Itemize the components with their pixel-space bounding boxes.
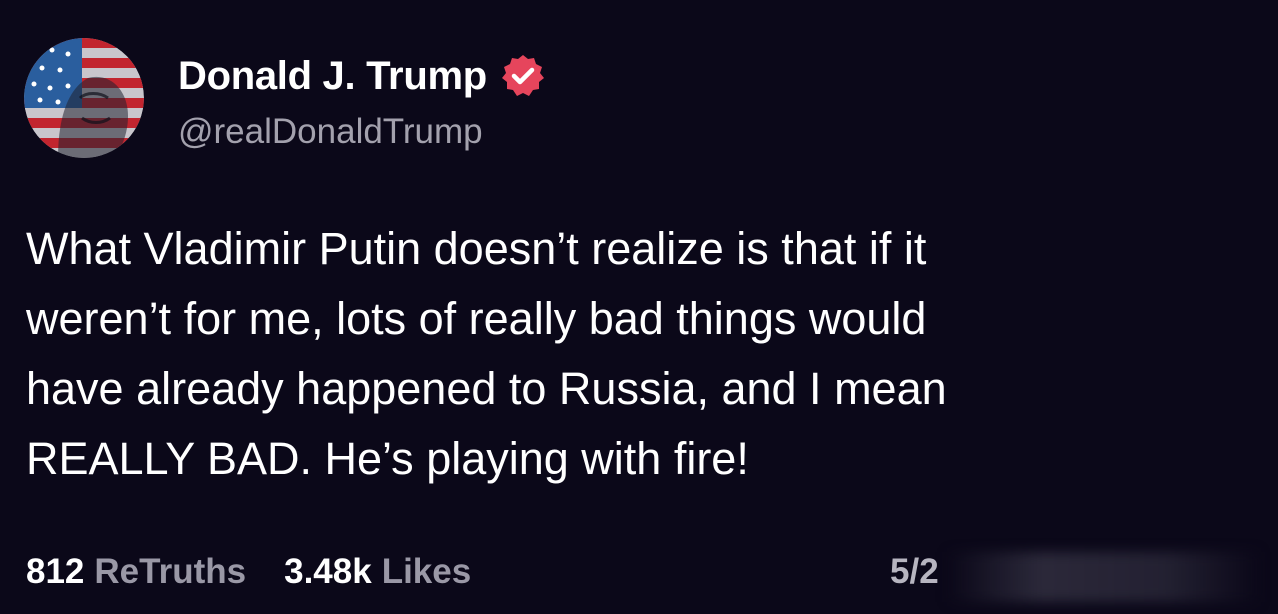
retruths-label: ReTruths: [94, 552, 247, 591]
post-text-line: weren’t for me, lots of really bad thing…: [26, 293, 927, 344]
post-text-line: REALLY BAD. He’s playing with fire!: [26, 433, 749, 484]
post-card: Donald J. Trump @realDonaldTrump What Vl…: [0, 0, 1278, 614]
post-text-line: What Vladimir Putin doesn’t realize is t…: [26, 223, 927, 274]
avatar[interactable]: [24, 38, 144, 158]
verified-badge-icon: [499, 52, 547, 100]
blurred-region: [948, 552, 1258, 602]
post-body: What Vladimir Putin doesn’t realize is t…: [26, 214, 1226, 494]
post-timestamp[interactable]: 5/2: [890, 552, 939, 592]
likes-label: Likes: [381, 552, 472, 591]
post-text-line: have already happened to Russia, and I m…: [26, 363, 947, 414]
author-row: Donald J. Trump: [178, 52, 547, 100]
likes-stat[interactable]: 3.48k Likes: [284, 552, 471, 592]
flag-portrait-avatar-icon: [24, 38, 144, 158]
author-display-name[interactable]: Donald J. Trump: [178, 54, 487, 99]
retruths-count: 812: [26, 552, 85, 591]
retruths-stat[interactable]: 812 ReTruths: [26, 552, 246, 592]
likes-count: 3.48k: [284, 552, 372, 591]
post-stats: 812 ReTruths 3.48k Likes: [26, 552, 471, 592]
author-handle[interactable]: @realDonaldTrump: [178, 112, 483, 152]
